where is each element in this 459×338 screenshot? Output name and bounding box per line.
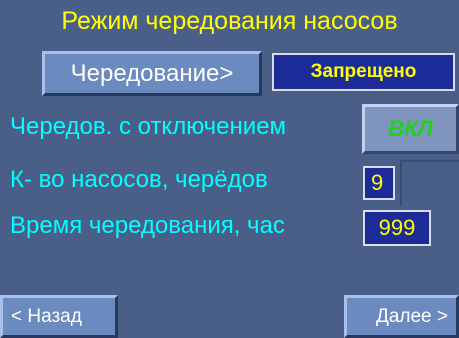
next-button[interactable]: Далее > — [344, 295, 459, 338]
rotation-mode-button[interactable]: Чередование> — [42, 51, 262, 96]
page-title: Режим чередования насосов — [61, 7, 398, 35]
rotation-time-label: Время чередования, час — [10, 212, 285, 239]
shutdown-rotation-toggle[interactable]: ВКЛ — [362, 104, 459, 154]
pump-rotation-screen: Режим чередования насосов Чередование> З… — [0, 0, 459, 338]
shutdown-rotation-label: Чередов. с отключением — [10, 113, 287, 140]
pump-count-label: К- во насосов, черёдов — [10, 166, 268, 193]
pump-count-field[interactable]: 9 — [363, 166, 395, 200]
pump-count-frame — [400, 160, 459, 206]
back-button[interactable]: < Назад — [0, 295, 118, 338]
rotation-time-field[interactable]: 999 — [363, 210, 431, 246]
rotation-status-display: Запрещено — [272, 53, 455, 91]
